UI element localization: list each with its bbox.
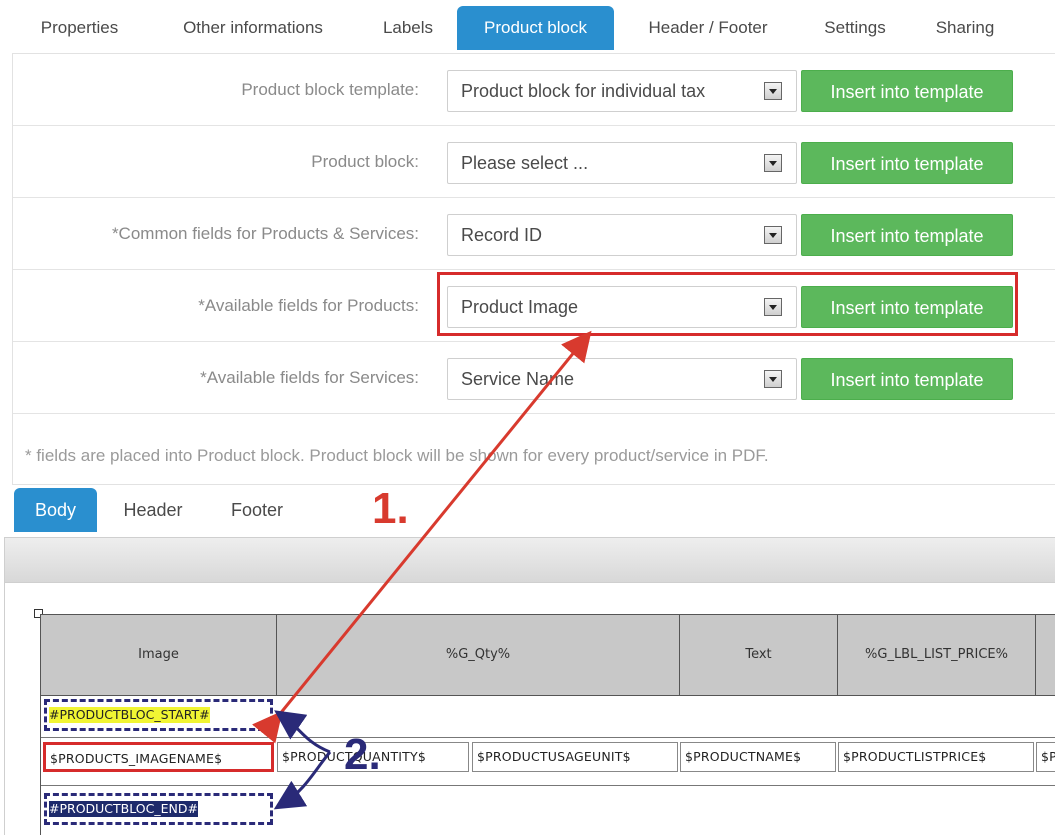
product-block-form: Product block template: Product block fo… [12,53,1055,485]
chevron-down-icon[interactable] [764,226,782,244]
start-marker-text: #PRODUCTBLOC_START# [49,707,210,723]
table-header-cell: Image [41,615,277,695]
select-value: Record ID [461,225,543,245]
productbloc-end-marker[interactable]: #PRODUCTBLOC_END# [44,793,273,825]
template-tabs: Properties Other informations Labels Pro… [0,0,1055,52]
form-row-service-fields: *Available fields for Services: Service … [13,342,1055,414]
table-row-fields: $PRODUCTS_IMAGENAME$ $PRODUCTQUANTITY$ $… [41,738,1055,786]
form-row-common-fields: *Common fields for Products & Services: … [13,198,1055,270]
table-header-cell: %G_Qty% [277,615,680,695]
service-fields-select[interactable]: Service Name [447,358,797,400]
select-value: Service Name [461,369,575,389]
cell-product-name[interactable]: $PRODUCTNAME$ [680,742,836,772]
cell-products-imagename[interactable]: $PRODUCTS_IMAGENAME$ [43,742,274,772]
tab-body[interactable]: Body [14,488,97,532]
tab-product-block[interactable]: Product block [457,6,614,50]
step-1-label: 1. [372,484,409,533]
label-product-block-template: Product block template: [241,80,419,99]
tab-settings[interactable]: Settings [804,6,906,50]
tab-sharing[interactable]: Sharing [918,6,1012,50]
tab-header[interactable]: Header [108,488,198,532]
table-header-cell: %G_LBL_LIST_PRICE% [838,615,1036,695]
label-common-fields: *Common fields for Products & Services: [111,224,419,243]
chevron-down-icon[interactable] [764,82,782,100]
step-2-label: 2. [344,730,381,779]
label-product-block: Product block: [311,152,419,171]
label-service-fields: *Available fields for Services: [200,368,419,387]
tab-labels[interactable]: Labels [368,6,448,50]
tab-other-informations[interactable]: Other informations [158,6,348,50]
table-header-cell: Text [680,615,838,695]
tab-header-footer[interactable]: Header / Footer [626,6,790,50]
editor-toolbar [4,537,1055,583]
insert-product-block-button[interactable]: Insert into template [801,142,1013,184]
product-block-select[interactable]: Please select ... [447,142,797,184]
chevron-down-icon[interactable] [764,370,782,388]
end-marker-text: #PRODUCTBLOC_END# [49,801,198,817]
product-block-note: * fields are placed into Product block. … [25,446,769,465]
productbloc-start-marker[interactable]: #PRODUCTBLOC_START# [44,699,273,731]
common-fields-select[interactable]: Record ID [447,214,797,256]
cell-product-listprice[interactable]: $PRODUCTLISTPRICE$ [838,742,1034,772]
chevron-down-icon[interactable] [764,154,782,172]
highlight-box-product-fields [437,272,1018,336]
label-product-fields: *Available fields for Products: [198,296,419,315]
form-row-template: Product block template: Product block fo… [13,54,1055,126]
cell-product-usageunit[interactable]: $PRODUCTUSAGEUNIT$ [472,742,678,772]
form-row-product-block: Product block: Please select ... Insert … [13,126,1055,198]
product-block-template-select[interactable]: Product block for individual tax [447,70,797,112]
select-value: Product block for individual tax [461,81,706,101]
table-header-row: Image %G_Qty% Text %G_LBL_LIST_PRICE% [41,614,1055,696]
tab-properties[interactable]: Properties [22,6,137,50]
insert-template-button[interactable]: Insert into template [801,70,1013,112]
select-value: Please select ... [461,153,589,173]
insert-service-field-button[interactable]: Insert into template [801,358,1013,400]
cell-product-total[interactable]: $PRODUCTTOTAL$ [1036,742,1055,772]
insert-common-field-button[interactable]: Insert into template [801,214,1013,256]
tab-footer[interactable]: Footer [212,488,302,532]
